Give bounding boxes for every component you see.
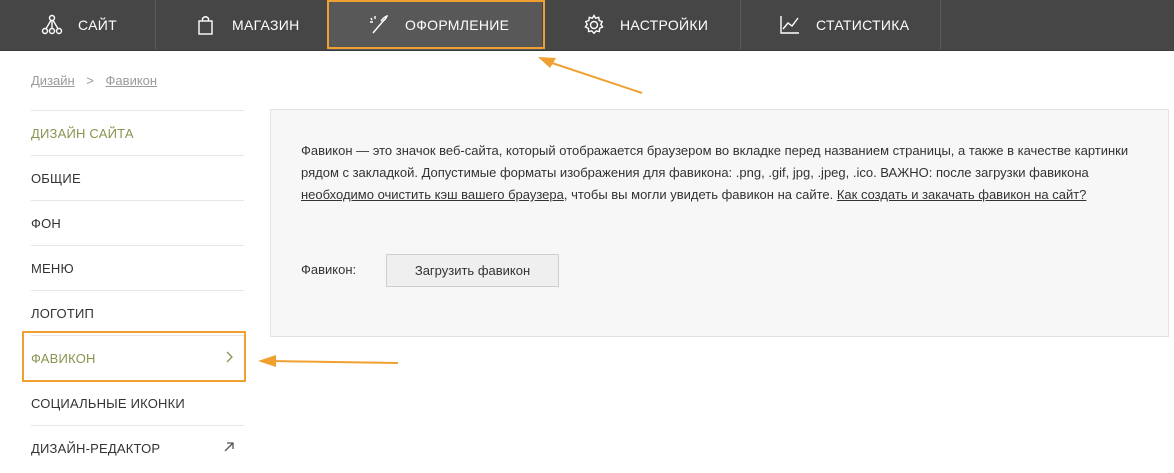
sidebar-item-logo[interactable]: ЛОГОТИП <box>31 290 244 335</box>
gear-icon <box>582 13 606 37</box>
nav-label-settings: НАСТРОЙКИ <box>620 17 709 33</box>
breadcrumb-link-favicon[interactable]: Фавикон <box>106 73 158 88</box>
arrow-to-nav <box>538 57 643 94</box>
favicon-settings-panel: Фавикон — это значок веб-сайта, который … <box>270 109 1169 337</box>
nav-divider <box>940 0 941 50</box>
nav-divider <box>740 0 741 50</box>
sidebar-item-label: ОБЩИЕ <box>31 170 81 186</box>
howto-favicon-link[interactable]: Как создать и закачать фавикон на сайт? <box>837 187 1087 202</box>
breadcrumb-separator: > <box>86 73 94 88</box>
breadcrumb-link-design[interactable]: Дизайн <box>31 73 75 88</box>
sidebar-item-label: ФОН <box>31 215 61 231</box>
sidebar-item-label: ДИЗАЙН-РЕДАКТОР <box>31 440 161 456</box>
favicon-label: Фавикон: <box>301 262 357 277</box>
nav-item-stats[interactable]: СТАТИСТИКА <box>778 0 909 50</box>
nav-item-site[interactable]: САЙТ <box>40 0 117 50</box>
nav-label-design: ОФОРМЛЕНИЕ <box>405 17 510 33</box>
magic-wand-icon <box>367 13 391 37</box>
sidebar-item-label: СОЦИАЛЬНЫЕ ИКОНКИ <box>31 395 185 411</box>
clear-cache-link[interactable]: необходимо очистить кэш вашего браузера <box>301 187 564 202</box>
sidebar-item-label: ФАВИКОН <box>31 350 96 366</box>
sidebar-heading: ДИЗАЙН САЙТА <box>31 110 244 155</box>
arrow-to-sidebar <box>258 355 399 367</box>
nav-label-stats: СТАТИСТИКА <box>816 17 910 33</box>
sidebar-item-design-editor[interactable]: ДИЗАЙН-РЕДАКТОР <box>31 425 244 470</box>
nav-item-design[interactable]: ОФОРМЛЕНИЕ <box>329 0 542 50</box>
sidebar: ДИЗАЙН САЙТА ОБЩИЕ ФОН МЕНЮ ЛОГОТИП ФАВИ… <box>31 110 244 470</box>
top-nav: САЙТ МАГАЗИН ОФОРМЛЕНИЕ НАСТРОЙКИ СТАТИС… <box>0 0 1174 51</box>
nav-label-site: САЙТ <box>78 17 117 33</box>
sidebar-item-favicon[interactable]: ФАВИКОН <box>31 335 244 380</box>
favicon-description: Фавикон — это значок веб-сайта, который … <box>301 140 1141 206</box>
shopping-bag-icon <box>194 13 218 37</box>
sidebar-item-background[interactable]: ФОН <box>31 200 244 245</box>
external-arrow-icon <box>222 440 236 454</box>
nav-label-shop: МАГАЗИН <box>232 17 300 33</box>
description-text: , чтобы вы могли увидеть фавикон на сайт… <box>563 187 837 202</box>
chevron-right-icon <box>222 350 236 364</box>
nav-item-settings[interactable]: НАСТРОЙКИ <box>582 0 708 50</box>
nav-item-shop[interactable]: МАГАЗИН <box>194 0 300 50</box>
nav-divider <box>155 0 156 50</box>
sidebar-item-label: ЛОГОТИП <box>31 305 95 321</box>
sidebar-item-menu[interactable]: МЕНЮ <box>31 245 244 290</box>
nav-divider <box>544 0 545 50</box>
line-chart-icon <box>778 13 802 37</box>
upload-favicon-button[interactable]: Загрузить фавикон <box>386 254 559 287</box>
sidebar-item-general[interactable]: ОБЩИЕ <box>31 155 244 200</box>
breadcrumb: Дизайн > Фавикон <box>31 73 157 88</box>
sidebar-item-label: МЕНЮ <box>31 260 74 276</box>
sidebar-item-social-icons[interactable]: СОЦИАЛЬНЫЕ ИКОНКИ <box>31 380 244 425</box>
description-text: Фавикон — это значок веб-сайта, который … <box>301 143 1129 180</box>
site-network-icon <box>40 13 64 37</box>
